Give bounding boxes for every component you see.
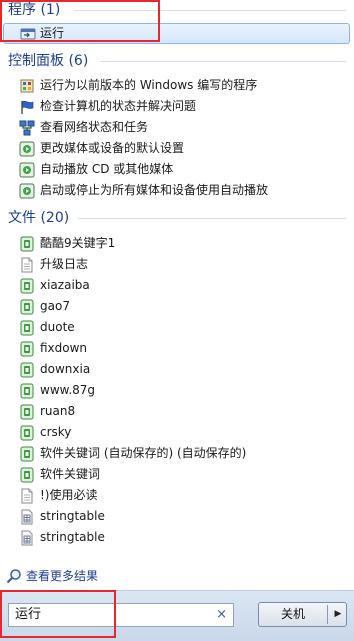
result-item-label: 更改媒体或设备的默认设置 [40,141,185,155]
result-item-file[interactable]: www.87g [0,380,354,401]
result-item-file[interactable]: 软件关键词 [0,464,354,485]
autoplay-icon [19,141,35,157]
text-file-icon [20,383,34,399]
result-item-label: gao7 [40,299,70,313]
flag-icon [21,100,34,114]
result-item-label: !)使用必读 [40,488,98,502]
result-item-label: www.87g [40,383,96,397]
text-file-icon [20,404,34,420]
result-item-file[interactable]: 升级日志 [0,254,354,275]
autoplay-icon [19,162,35,178]
highlight-box-search [0,590,116,638]
result-item-file[interactable]: crsky [0,422,354,443]
table-file-icon [21,530,33,546]
result-item-autoplay-toggle[interactable]: 启动或停止为所有媒体和设备使用自动播放 [0,180,354,201]
result-item-file[interactable]: downxia [0,359,354,380]
result-item-network-status[interactable]: 查看网络状态和任务 [0,117,354,138]
text-file-icon [20,446,34,462]
text-file-icon [20,299,34,315]
result-item-media-defaults[interactable]: 更改媒体或设备的默认设置 [0,138,354,159]
result-item-label: 自动播放 CD 或其他媒体 [40,162,174,176]
section-divider [78,218,346,219]
result-item-label: ruan8 [40,404,76,418]
result-item-file[interactable]: 酷酷9关键字1 [0,233,354,254]
section-header-files[interactable]: 文件 (20) [8,208,69,228]
section-header-control-panel[interactable]: 控制面板 (6) [8,51,88,71]
result-item-label: downxia [40,362,91,376]
result-item-label: 升级日志 [40,257,89,271]
result-item-label: crsky [40,425,72,439]
result-item-label: 酷酷9关键字1 [40,236,116,250]
text-file-icon [20,467,34,483]
result-item-file[interactable]: stringtable [0,527,354,548]
result-item-label: duote [40,320,75,334]
result-item-label: xiazaiba [40,278,90,292]
clear-search-icon[interactable]: × [216,604,227,626]
autoplay-icon [19,183,35,199]
result-item-check-status[interactable]: 检查计算机的状态并解决问题 [0,96,354,117]
text-file-icon [20,362,34,378]
result-item-file[interactable]: fixdown [0,338,354,359]
result-item-label: stringtable [40,509,105,523]
result-item-label: 启动或停止为所有媒体和设备使用自动播放 [40,183,269,197]
text-file-icon [20,425,34,441]
result-item-file[interactable]: !)使用必读 [0,485,354,506]
highlight-box-programs [0,0,160,42]
result-item-label: 软件关键词 (自动保存的) (自动保存的) [40,446,247,460]
result-item-label: 查看网络状态和任务 [40,120,149,134]
result-item-autoplay-cd[interactable]: 自动播放 CD 或其他媒体 [0,159,354,180]
result-item-file[interactable]: xiazaiba [0,275,354,296]
result-item-program-compat[interactable]: 运行为以前版本的 Windows 编写的程序 [0,75,354,96]
section-divider [100,61,346,62]
table-file-icon [21,509,33,525]
document-icon [21,488,33,504]
shutdown-button[interactable]: 关机 ▶ [258,602,347,627]
text-file-icon [20,236,34,252]
shutdown-divider [327,605,328,624]
result-item-file[interactable]: ruan8 [0,401,354,422]
result-item-label: fixdown [40,341,88,355]
start-menu-search-panel: 程序 (1) 运行 控制面板 (6) 运行为以前版本的 Windows 编写的程… [0,0,354,641]
result-item-file[interactable]: duote [0,317,354,338]
search-results: 程序 (1) 运行 控制面板 (6) 运行为以前版本的 Windows 编写的程… [0,0,354,590]
result-item-label: 运行为以前版本的 Windows 编写的程序 [40,78,258,92]
result-item-label: stringtable [40,530,105,544]
search-icon [6,569,21,584]
shutdown-options-arrow-icon[interactable]: ▶ [330,603,346,626]
text-file-icon [20,320,34,336]
result-item-label: 检查计算机的状态并解决问题 [40,99,197,113]
result-item-file[interactable]: stringtable [0,506,354,527]
text-file-icon [20,278,34,294]
result-item-file[interactable]: gao7 [0,296,354,317]
result-item-file[interactable]: 软件关键词 (自动保存的) (自动保存的) [0,443,354,464]
document-icon [21,257,33,273]
network-icon [19,120,35,136]
result-item-label: 软件关键词 [40,467,101,481]
shutdown-label: 关机 [280,607,305,621]
text-file-icon [20,341,34,357]
program-compat-icon [20,79,34,93]
see-more-label: 查看更多结果 [26,569,99,583]
